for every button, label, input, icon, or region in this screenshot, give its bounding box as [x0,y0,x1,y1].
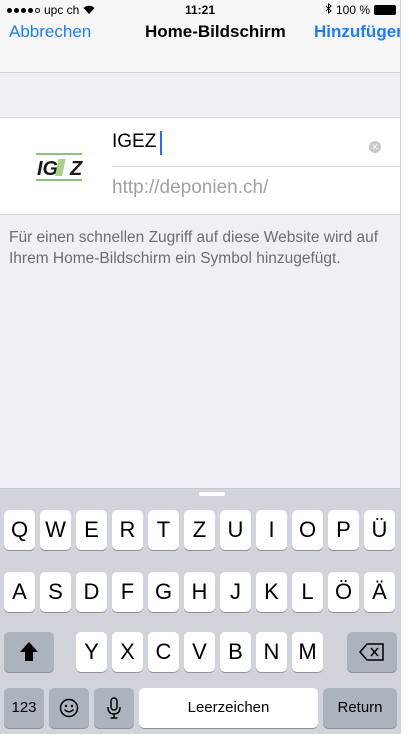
key-o[interactable]: O [292,510,323,550]
divider [112,166,400,167]
key-h[interactable]: H [184,572,215,612]
emoji-key[interactable] [49,688,89,728]
key-e[interactable]: E [76,510,107,550]
numbers-key[interactable]: 123 [4,688,44,728]
key-w[interactable]: W [40,510,71,550]
key-g[interactable]: G [148,572,179,612]
key-a[interactable]: A [4,572,35,612]
key-v[interactable]: V [184,632,215,672]
key-i[interactable]: I [256,510,287,550]
shift-icon [20,642,38,661]
svg-text:Z: Z [69,158,83,180]
key-m[interactable]: M [292,632,323,672]
key-ue[interactable]: Ü [364,510,395,550]
delete-key[interactable] [347,632,397,672]
key-p[interactable]: P [328,510,359,550]
key-u[interactable]: U [220,510,251,550]
bookmark-url: http://deponien.ch/ [112,177,269,198]
key-c[interactable]: C [148,632,179,672]
svg-text:IG: IG [37,158,58,180]
key-y[interactable]: Y [76,632,107,672]
page-title: Home-Bildschirm [145,22,286,41]
clear-icon[interactable]: ✕ [369,141,381,153]
shift-key[interactable] [4,632,54,672]
bookmark-title-input[interactable] [112,131,372,153]
status-bar: upc ch 11:21 100 % [0,0,400,20]
key-n[interactable]: N [256,632,287,672]
cancel-button[interactable]: Abbrechen [9,22,91,42]
battery-label: 100 % [335,3,370,17]
key-x[interactable]: X [112,632,143,672]
key-ae[interactable]: Ä [364,572,395,612]
key-f[interactable]: F [112,572,143,612]
screen: upc ch 11:21 100 % Abbrechen Home-Bildsc… [0,0,401,734]
battery-group: 100 % [325,2,396,17]
delete-icon [359,643,384,661]
bluetooth-icon [325,2,332,17]
key-t[interactable]: T [148,510,179,550]
site-logo: IG Z [34,148,84,184]
key-s[interactable]: S [40,572,71,612]
keyboard-handle [199,492,225,496]
key-b[interactable]: B [220,632,251,672]
key-j[interactable]: J [220,572,251,612]
battery-icon [374,5,396,15]
key-z[interactable]: Z [184,510,215,550]
text-caret [160,131,162,155]
add-button[interactable]: Hinzufügen [314,22,400,42]
dictation-key[interactable] [94,688,134,728]
emoji-icon [59,698,79,718]
description-text: Für einen schnellen Zugriff auf diese We… [9,229,379,267]
key-oe[interactable]: Ö [328,572,359,612]
key-q[interactable]: Q [4,510,35,550]
key-r[interactable]: R [112,510,143,550]
key-d[interactable]: D [76,572,107,612]
key-l[interactable]: L [292,572,323,612]
key-k[interactable]: K [256,572,287,612]
space-key[interactable]: Leerzeichen [139,688,318,728]
return-key[interactable]: Return [323,688,397,728]
microphone-icon [107,697,121,719]
